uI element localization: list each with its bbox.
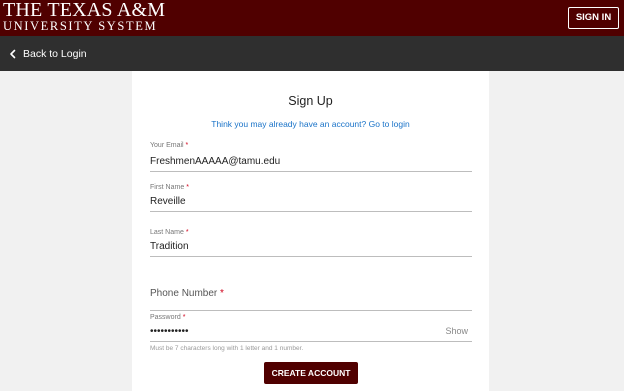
first-name-input[interactable] [150,194,472,212]
phone-label: Phone Number * [150,288,224,299]
last-name-label: Last Name * [150,229,189,236]
logo-line1: THE TEXAS A&M [3,0,166,21]
required-marker: * [185,142,189,149]
first-name-field-group: First Name * [150,184,472,212]
tamus-logo: THE TEXAS A&M UNIVERSITY SYSTEM [3,0,166,33]
chevron-left-icon [10,49,16,58]
email-field-group: Your Email * [150,142,472,172]
password-field-group: Password * Show [150,314,472,342]
top-header: THE TEXAS A&M UNIVERSITY SYSTEM SIGN IN [0,0,624,36]
password-hint: Must be 7 characters long with 1 letter … [150,345,304,352]
required-marker: * [186,184,189,191]
last-name-field-group: Last Name * [150,229,472,257]
sub-navigation-bar: Back to Login [0,36,624,71]
first-name-label: First Name * [150,184,189,191]
signup-card: Sign Up Think you may already have an ac… [132,71,489,391]
last-name-input[interactable] [150,239,472,257]
phone-input[interactable] [150,301,472,311]
required-marker: * [182,314,186,321]
required-marker: * [220,288,224,299]
back-to-login-label: Back to Login [23,47,87,60]
logo-line2: UNIVERSITY SYSTEM [3,19,158,33]
sign-in-button[interactable]: SIGN IN [568,7,619,29]
page-title: Sign Up [288,94,333,108]
create-account-button[interactable]: CREATE ACCOUNT [264,362,358,384]
password-input[interactable] [150,324,472,342]
email-label: Your Email * [150,142,189,149]
go-to-login-link[interactable]: Think you may already have an account? G… [132,119,489,129]
show-password-button[interactable]: Show [445,326,468,336]
required-marker: * [185,229,189,236]
back-to-login-link[interactable]: Back to Login [7,36,87,71]
password-label: Password * [150,314,186,321]
email-input[interactable] [150,154,472,172]
phone-field-group: Phone Number * [150,283,472,311]
